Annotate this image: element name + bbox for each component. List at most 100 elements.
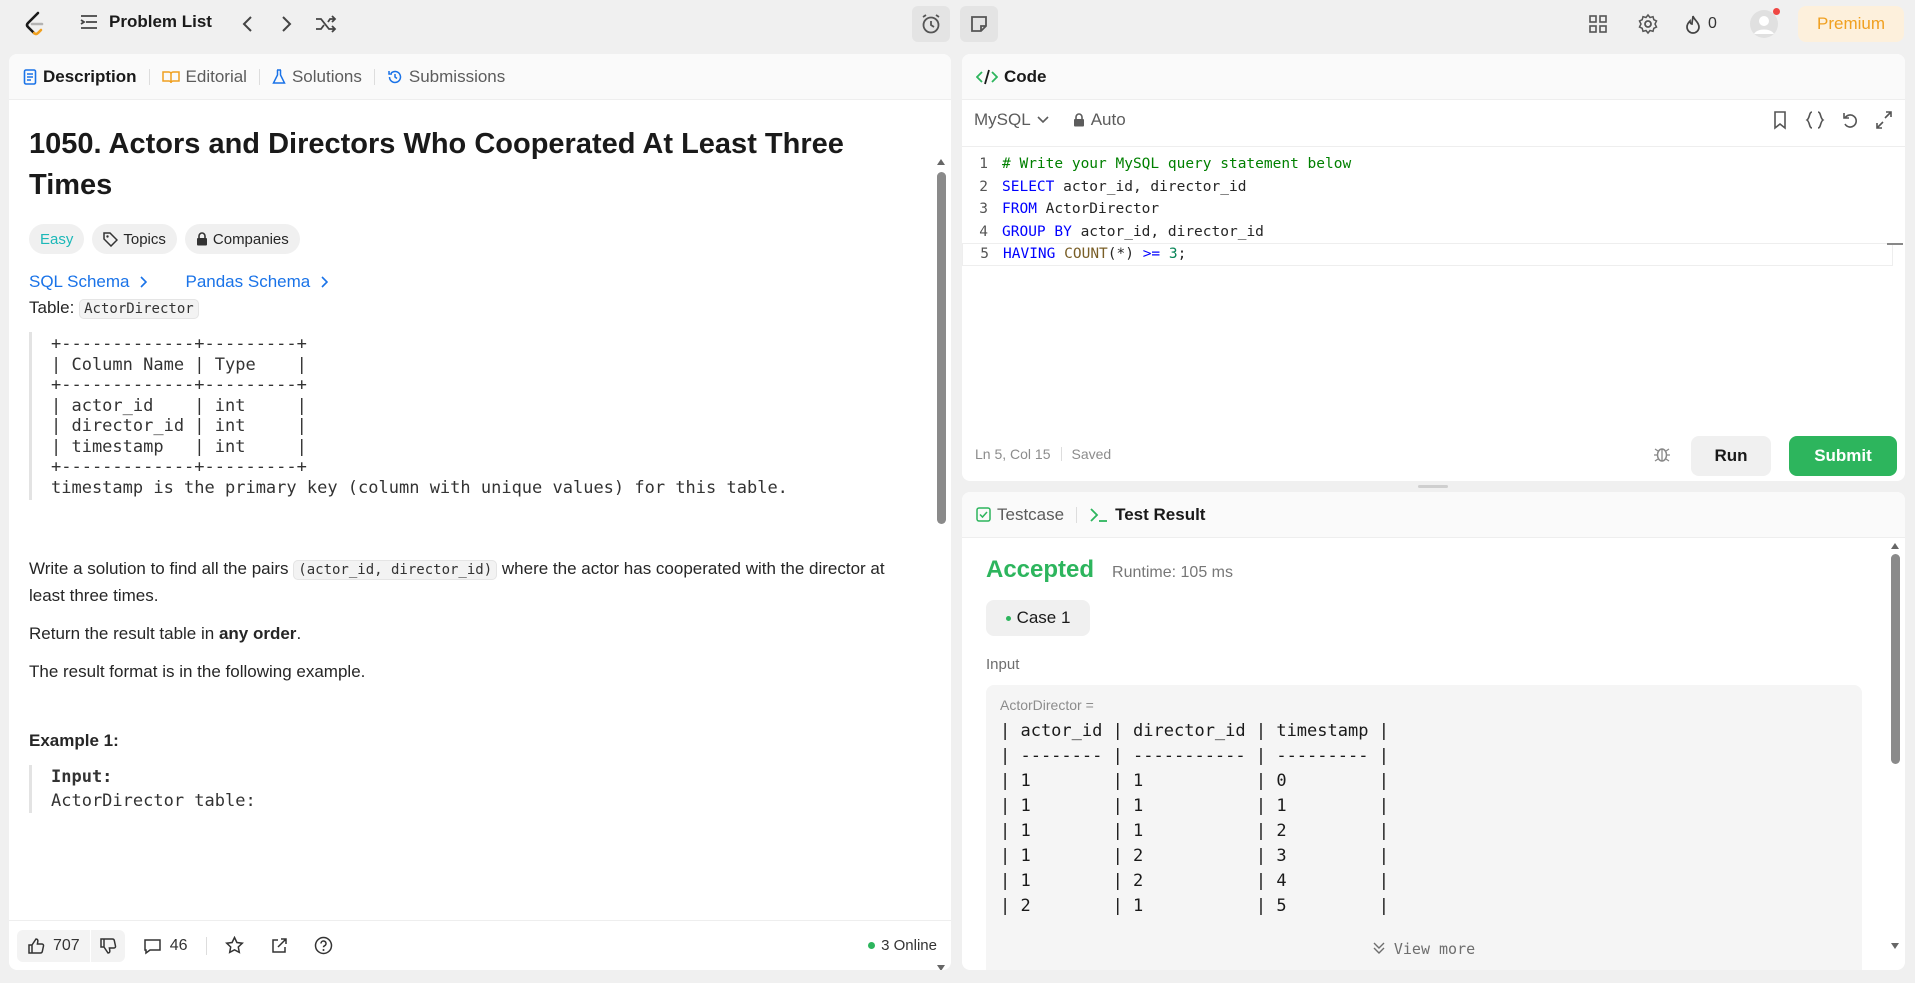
problem-description: 1050. Actors and Directors Who Cooperate…: [9, 100, 934, 918]
format-code-icon[interactable]: [1805, 110, 1825, 130]
code-editor[interactable]: 1 # Write your MySQL query statement belo…: [962, 146, 1905, 406]
sql-schema-label: SQL Schema: [29, 272, 130, 291]
topics-label: Topics: [123, 230, 166, 248]
auto-mode[interactable]: Auto: [1073, 110, 1126, 130]
editor-footer: Ln 5, Col 15 Saved Run Submit: [962, 427, 1905, 481]
online-dot: [868, 942, 876, 949]
line-number: 2: [979, 178, 988, 195]
like-button[interactable]: 707: [17, 937, 90, 955]
user-avatar[interactable]: [1748, 8, 1780, 40]
notes-button[interactable]: [960, 6, 998, 42]
tab-divider: [148, 68, 150, 85]
tab-description[interactable]: Description: [23, 67, 137, 87]
input-table-line: | -------- | ----------- | --------- |: [1000, 746, 1389, 766]
tab-submissions[interactable]: Submissions: [387, 67, 505, 87]
chevron-down-icon: [1037, 116, 1049, 124]
next-problem-button[interactable]: [274, 12, 298, 36]
example-input-label: Input:: [51, 767, 113, 787]
dislike-button[interactable]: [89, 929, 125, 962]
premium-button[interactable]: Premium: [1798, 6, 1904, 42]
code-line: 2 SELECT actor_id, director_id: [962, 176, 1905, 199]
tab-testcase-label: Testcase: [997, 504, 1065, 524]
description-tab-bar: Description Editorial Solutions Submissi…: [9, 54, 951, 100]
table-prefix: Table:: [29, 298, 75, 317]
double-chevron-down-icon: [1373, 942, 1385, 954]
description-footer: 707 46 3 Online: [9, 920, 951, 970]
share-button[interactable]: [270, 937, 288, 955]
previous-problem-button[interactable]: [236, 12, 260, 36]
problem-list-button[interactable]: Problem List: [79, 12, 212, 32]
random-problem-button[interactable]: [314, 12, 338, 36]
tab-test-result[interactable]: Test Result: [1089, 505, 1205, 525]
shuffle-icon: [316, 15, 337, 33]
panel-resize-handle[interactable]: [1418, 485, 1448, 488]
tag-icon: [103, 231, 119, 247]
timer-button[interactable]: [912, 6, 950, 42]
scrollbar-thumb[interactable]: [937, 172, 946, 524]
schema-block: +-------------+---------+ | Column Name …: [29, 332, 914, 500]
expand-icon[interactable]: [1875, 110, 1893, 130]
problem-title: 1050. Actors and Directors Who Cooperate…: [29, 128, 844, 201]
sql-schema-link[interactable]: SQL Schema: [29, 272, 148, 292]
code-line-text: GROUP BY actor_id, director_id: [1002, 223, 1264, 240]
chevron-right-icon: [321, 276, 329, 288]
table-name-code: ActorDirector: [79, 299, 199, 319]
terminal-icon: [1090, 507, 1108, 522]
description-paragraph-3: The result format is in the following ex…: [29, 662, 366, 681]
input-box: ActorDirector = | actor_id | director_id…: [986, 685, 1862, 970]
problem-list-label: Problem List: [109, 12, 212, 31]
companies-badge[interactable]: Companies: [184, 224, 300, 254]
scroll-up-arrow-icon: [1891, 543, 1899, 549]
grid-layout-icon: [1589, 15, 1607, 33]
code-tab-label[interactable]: Code: [1004, 67, 1047, 87]
scroll-down-arrow-icon: [1891, 943, 1899, 949]
input-table-line: | 1 | 1 | 2 |: [1000, 821, 1389, 841]
online-count: 3 Online: [881, 937, 937, 954]
debug-icon[interactable]: [1653, 445, 1671, 463]
submit-button[interactable]: Submit: [1789, 436, 1897, 476]
code-panel: Code MySQL Auto 1 # Write your MySQL quer…: [962, 54, 1905, 481]
language-select[interactable]: MySQL: [974, 110, 1049, 130]
comments-button[interactable]: 46: [143, 937, 188, 955]
para2-text-b: .: [296, 624, 302, 643]
auto-mode-label: Auto: [1090, 110, 1126, 129]
view-more-button[interactable]: View more: [986, 940, 1862, 958]
description-scrollbar[interactable]: [935, 158, 947, 970]
companies-label: Companies: [212, 230, 289, 248]
settings-button[interactable]: [1636, 12, 1660, 36]
tab-submissions-label: Submissions: [408, 66, 506, 86]
problem-tags: Easy Topics Companies: [29, 224, 914, 254]
topics-badge[interactable]: Topics: [92, 224, 177, 254]
tab-testcase[interactable]: Testcase: [976, 505, 1064, 525]
case-1-tab[interactable]: Case 1: [986, 600, 1090, 636]
run-button[interactable]: Run: [1691, 436, 1771, 476]
result-scrollbar[interactable]: [1889, 542, 1901, 962]
layout-button[interactable]: [1586, 12, 1610, 36]
fire-icon: [1686, 15, 1700, 34]
question-circle-icon: [314, 936, 332, 955]
view-more-label: View more: [1393, 940, 1476, 958]
streak-counter[interactable]: 0: [1684, 12, 1717, 36]
code-brackets-icon: [976, 69, 998, 84]
para1-text-a: Write a solution to find all the pairs: [29, 559, 289, 578]
comment-icon: [143, 938, 161, 954]
test-result-panel: Testcase Test Result Accepted Runtime: 1…: [962, 492, 1905, 970]
tab-editorial[interactable]: Editorial: [161, 67, 247, 87]
reset-icon[interactable]: [1841, 110, 1859, 130]
favorite-button[interactable]: [224, 936, 244, 955]
example-input-line: ActorDirector table:: [51, 791, 256, 811]
tab-solutions[interactable]: Solutions: [272, 67, 362, 87]
code-line: 5 HAVING COUNT(*) >= 3;: [962, 243, 1893, 266]
pandas-schema-link[interactable]: Pandas Schema: [185, 272, 329, 292]
input-table-line: | 1 | 2 | 4 |: [1000, 871, 1389, 891]
bookmark-icon[interactable]: [1771, 110, 1789, 130]
scrollbar-thumb[interactable]: [1891, 554, 1900, 764]
result-content: Accepted Runtime: 105 ms Case 1 Input Ac…: [962, 538, 1887, 970]
schema-links: SQL Schema Pandas Schema: [29, 272, 914, 292]
like-count: 707: [53, 936, 80, 954]
help-button[interactable]: [314, 936, 333, 955]
cursor-position: Ln 5, Col 15: [975, 446, 1051, 462]
leetcode-logo-icon[interactable]: [22, 10, 48, 38]
code-tab-bar: Code: [962, 54, 1905, 100]
tab-divider: [258, 68, 260, 85]
